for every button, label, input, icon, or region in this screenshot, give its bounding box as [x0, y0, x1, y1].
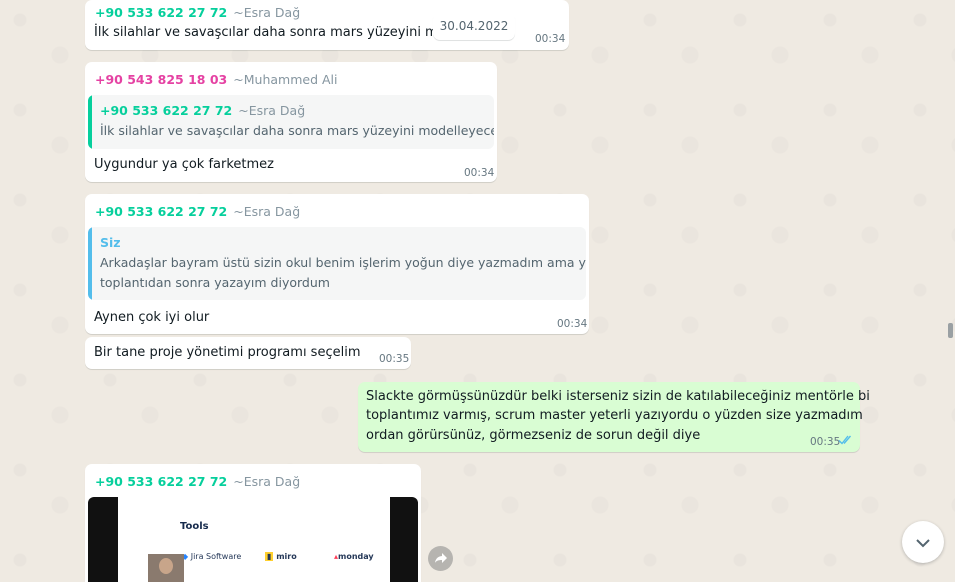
- quoted-message[interactable]: +90 533 622 27 72 ~Esra Dağ İlk silahlar …: [88, 95, 494, 149]
- sender-name: ~Esra Dağ: [233, 5, 301, 20]
- sender-name: ~Esra Dağ: [233, 474, 301, 489]
- quoted-text-line: Arkadaşlar bayram üstü sizin okul benim …: [100, 255, 586, 270]
- date-pill: 30.04.2022: [433, 12, 515, 40]
- presenter-face: [159, 558, 173, 574]
- forward-icon: [434, 549, 448, 568]
- quoted-sender: Siz: [100, 235, 121, 250]
- message-text-line: toplantımız varmış, scrum master yeterli…: [366, 408, 863, 423]
- sender-phone[interactable]: +90 543 825 18 03: [95, 72, 227, 87]
- quoted-name: ~Esra Dağ: [238, 103, 306, 118]
- presentation-slide: Tools ◆ Jira Software ▮ miro ▴monday: [118, 497, 390, 582]
- quoted-message[interactable]: Siz Arkadaşlar bayram üstü sizin okul be…: [88, 227, 586, 300]
- jira-logo-text: Jira Software: [190, 552, 242, 561]
- slide-title: Tools: [180, 521, 209, 532]
- sender-name: ~Esra Dağ: [233, 204, 301, 219]
- message-sender[interactable]: +90 533 622 27 72 ~Esra Dağ: [95, 5, 300, 20]
- message-text-line: ordan görürsünüz, görmezseniz de sorun d…: [366, 428, 701, 443]
- message-text: Uygundur ya çok farketmez: [94, 157, 274, 172]
- chevron-down-icon: [915, 533, 931, 552]
- message-sender[interactable]: +90 543 825 18 03 ~Muhammed Ali: [95, 72, 337, 87]
- sender-phone[interactable]: +90 533 622 27 72: [95, 204, 227, 219]
- quote-bar: [88, 95, 92, 149]
- message-time: 00:35: [810, 436, 841, 448]
- monday-logo: ▴monday: [334, 552, 374, 561]
- quoted-phone: +90 533 622 27 72: [100, 103, 233, 118]
- message-sender[interactable]: +90 533 622 27 72 ~Esra Dağ: [95, 474, 300, 489]
- quoted-text-line: toplantıdan sonra yazayım diyordum: [100, 275, 330, 290]
- image-thumbnail[interactable]: Tools ◆ Jira Software ▮ miro ▴monday: [88, 497, 418, 582]
- miro-logo-text: miro: [276, 552, 297, 561]
- monday-logo-text: monday: [338, 552, 374, 561]
- double-check-icon: [838, 434, 854, 450]
- jira-logo: ◆ Jira Software: [182, 552, 242, 561]
- sender-name: ~Muhammed Ali: [233, 72, 338, 87]
- message-text: İlk silahlar ve savaşcılar daha sonra ma…: [94, 25, 454, 40]
- quote-bar: [88, 227, 92, 300]
- forward-button[interactable]: [428, 546, 453, 571]
- sender-phone[interactable]: +90 533 622 27 72: [95, 474, 227, 489]
- message-time: 00:34: [535, 33, 566, 45]
- presenter-video: [148, 554, 184, 582]
- message-text: Aynen çok iyi olur: [94, 310, 210, 325]
- quoted-text: İlk silahlar ve savaşcılar daha sonra ma…: [100, 123, 494, 138]
- quoted-sender: +90 533 622 27 72 ~Esra Dağ: [100, 103, 305, 118]
- message-time: 00:34: [464, 167, 495, 179]
- message-time: 00:34: [557, 318, 588, 330]
- message-text: Bir tane proje yönetimi programı seçelim: [94, 345, 361, 360]
- message-text-line: Slackte görmüşsünüzdür belki isterseniz …: [366, 389, 870, 404]
- miro-logo: ▮ miro: [265, 552, 297, 561]
- outgoing-message-bubble[interactable]: Slackte görmüşsünüzdür belki isterseniz …: [358, 382, 870, 452]
- message-bubble[interactable]: Bir tane proje yönetimi programı seçelim…: [85, 337, 411, 369]
- scroll-to-bottom-button[interactable]: [902, 521, 944, 563]
- message-bubble[interactable]: +90 533 622 27 72 ~Esra Dağ Siz Arkadaşla…: [85, 194, 589, 334]
- message-time: 00:35: [379, 353, 410, 365]
- message-sender[interactable]: +90 533 622 27 72 ~Esra Dağ: [95, 204, 300, 219]
- sender-phone[interactable]: +90 533 622 27 72: [95, 5, 227, 20]
- scrollbar-thumb[interactable]: [948, 323, 953, 338]
- message-bubble[interactable]: +90 543 825 18 03 ~Muhammed Ali +90 533 6…: [85, 62, 497, 182]
